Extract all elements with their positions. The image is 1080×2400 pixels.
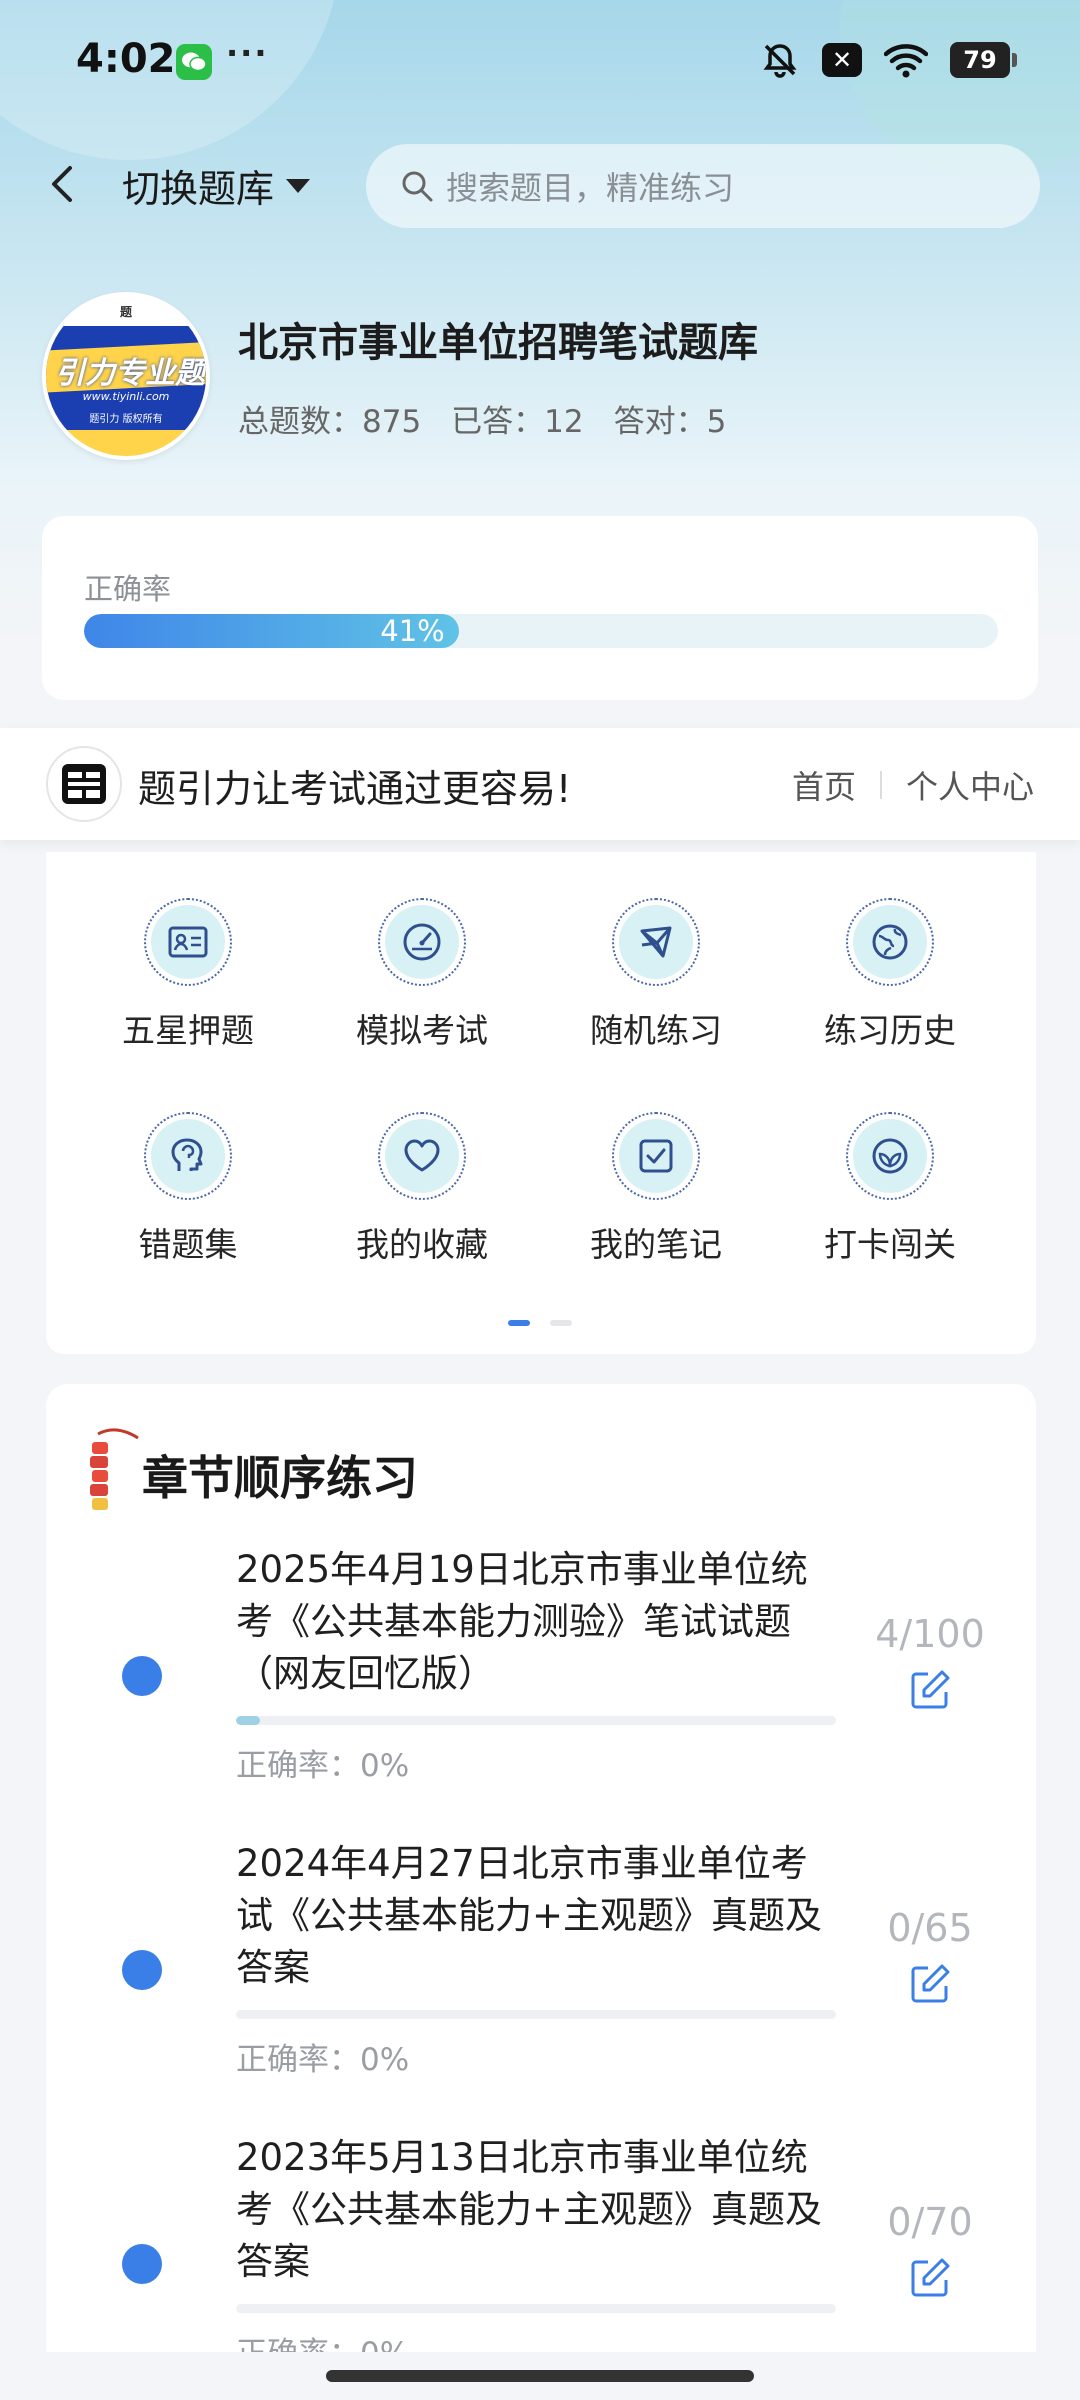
search-icon — [402, 171, 433, 202]
grid-item-checkin[interactable]: 打卡闯关 — [790, 1112, 990, 1266]
stat-answered: 已答：12 — [451, 404, 584, 440]
grid-label: 随机练习 — [590, 1011, 722, 1050]
switch-bank-dropdown[interactable]: 切换题库 — [122, 158, 312, 213]
grid-item-random-practice[interactable]: 随机练习 — [556, 898, 756, 1052]
caret-down-icon — [286, 178, 311, 193]
grid-item-five-star[interactable]: 五星押题 — [88, 898, 288, 1052]
top-nav: 切换题库 搜索题目，精准练习 — [0, 140, 1080, 230]
network-icon — [640, 926, 672, 958]
feature-grid: 五星押题 模拟考试 随机练习 练习历史 错题集 我的收藏 我的笔记 打卡闯关 — [46, 852, 1036, 1354]
wifi-icon — [884, 44, 928, 78]
link-divider — [879, 771, 882, 799]
leaf-badge-icon — [872, 1138, 908, 1174]
chapter-count: 0/70 — [887, 2200, 973, 2244]
chapter-accuracy: 正确率：0% — [236, 1748, 410, 1784]
bank-logo: 题 引力专业题 www.tiyinli.com 题引力 版权所有 — [42, 292, 210, 460]
status-more-icon: ··· — [226, 34, 269, 72]
chapter-progress-fill — [236, 1716, 260, 1725]
grid-label: 模拟考试 — [356, 1011, 488, 1050]
wechat-icon — [176, 44, 212, 80]
grid-label: 打卡闯关 — [824, 1225, 956, 1264]
chapter-practice-card: 章节顺序练习 2025年4月19日北京市事业单位统考《公共基本能力测验》笔试试题… — [46, 1384, 1036, 2400]
grid-item-history[interactable]: 练习历史 — [790, 898, 990, 1052]
grid-item-notes[interactable]: 我的笔记 — [556, 1112, 756, 1266]
accuracy-percent: 41% — [380, 614, 445, 648]
battery-icon: 79 — [950, 42, 1017, 78]
page-dot[interactable] — [550, 1320, 572, 1326]
stat-correct: 答对：5 — [613, 404, 727, 440]
edit-icon[interactable] — [908, 1962, 952, 2006]
chapter-bullet — [122, 2244, 162, 2284]
chapter-progress-bar — [236, 2304, 836, 2313]
chapter-progress-bar — [236, 1716, 836, 1725]
chapter-title: 章节顺序练习 — [142, 1451, 418, 1505]
grid-item-mock-exam[interactable]: 模拟考试 — [322, 898, 522, 1052]
chapter-count: 4/100 — [875, 1612, 985, 1656]
chapter-count: 0/65 — [887, 1906, 973, 1950]
speedometer-icon — [403, 923, 441, 961]
back-arrow-icon[interactable] — [42, 162, 86, 206]
grid-label: 错题集 — [138, 1225, 238, 1264]
app-logo-icon[interactable] — [46, 746, 122, 822]
profile-link[interactable]: 个人中心 — [906, 762, 1034, 808]
stat-total: 总题数：875 — [238, 404, 422, 440]
grid-label: 练习历史 — [824, 1011, 956, 1050]
grid-label: 我的收藏 — [356, 1225, 488, 1264]
logo-top-mark: 题 — [46, 296, 206, 326]
status-icons: ✕ 79 — [760, 40, 1017, 80]
edit-icon[interactable] — [908, 2256, 952, 2300]
head-brain-icon — [171, 1138, 203, 1171]
grid-item-wrong-questions[interactable]: 错题集 — [88, 1112, 288, 1266]
app-slogan: 题引力让考试通过更容易! — [138, 767, 572, 811]
bank-stats: 总题数：875 已答：12 答对：5 — [238, 396, 726, 441]
grid-label: 五星押题 — [122, 1011, 254, 1050]
chapter-accuracy: 正确率：0% — [236, 2042, 410, 2078]
logo-url: www.tiyinli.com — [82, 390, 170, 403]
chapter-progress-bar — [236, 2010, 836, 2019]
app-links: 首页 个人中心 — [792, 762, 1034, 808]
chapter-name: 2023年5月13日北京市事业单位统考《公共基本能力+主观题》真题及答案 — [236, 2136, 823, 2283]
chapter-name: 2025年4月19日北京市事业单位统考《公共基本能力测验》笔试试题（网友回忆版） — [236, 1548, 808, 1695]
search-input[interactable]: 搜索题目，精准练习 — [366, 144, 1040, 228]
chapter-item[interactable]: 2024年4月27日北京市事业单位考试《公共基本能力+主观题》真题及答案 正确率… — [46, 1838, 1036, 2128]
chapter-item[interactable]: 2025年4月19日北京市事业单位统考《公共基本能力测验》笔试试题（网友回忆版）… — [46, 1544, 1036, 1834]
logo-text: 引力专业题 — [55, 356, 205, 391]
switch-bank-label: 切换题库 — [122, 167, 275, 211]
mute-bell-icon — [763, 44, 797, 78]
close-box-icon: ✕ — [822, 43, 862, 77]
note-check-icon — [639, 1139, 673, 1173]
chapter-bullet — [122, 1950, 162, 1990]
id-card-icon — [168, 926, 208, 958]
heart-icon — [404, 1139, 440, 1172]
globe-icon — [872, 924, 908, 960]
bank-title: 北京市事业单位招聘笔试题库 — [238, 320, 758, 366]
home-indicator[interactable] — [326, 2370, 754, 2382]
page-dot-active[interactable] — [508, 1320, 530, 1326]
accuracy-progress-fill: 41% — [84, 614, 459, 648]
app-bar: 题引力让考试通过更容易! 首页 个人中心 — [0, 728, 1080, 840]
accuracy-progress-bar: 41% — [84, 614, 998, 648]
accuracy-card: 正确率 41% — [42, 516, 1038, 700]
firecracker-icon — [90, 1428, 139, 1510]
grid-label: 我的笔记 — [590, 1225, 722, 1264]
status-time: 4:02 — [76, 36, 176, 82]
page-indicator — [508, 1320, 572, 1326]
edit-icon[interactable] — [908, 1668, 952, 1712]
chapter-name: 2024年4月27日北京市事业单位考试《公共基本能力+主观题》真题及答案 — [236, 1842, 823, 1989]
chapter-bullet — [122, 1656, 162, 1696]
grid-item-favorites[interactable]: 我的收藏 — [322, 1112, 522, 1266]
home-link[interactable]: 首页 — [792, 762, 856, 808]
logo-copyright: 题引力 版权所有 — [89, 414, 163, 425]
accuracy-label: 正确率 — [84, 572, 172, 606]
search-placeholder: 搜索题目，精准练习 — [446, 169, 735, 207]
status-bar: 4:02 ··· ✕ 79 — [0, 0, 1080, 126]
